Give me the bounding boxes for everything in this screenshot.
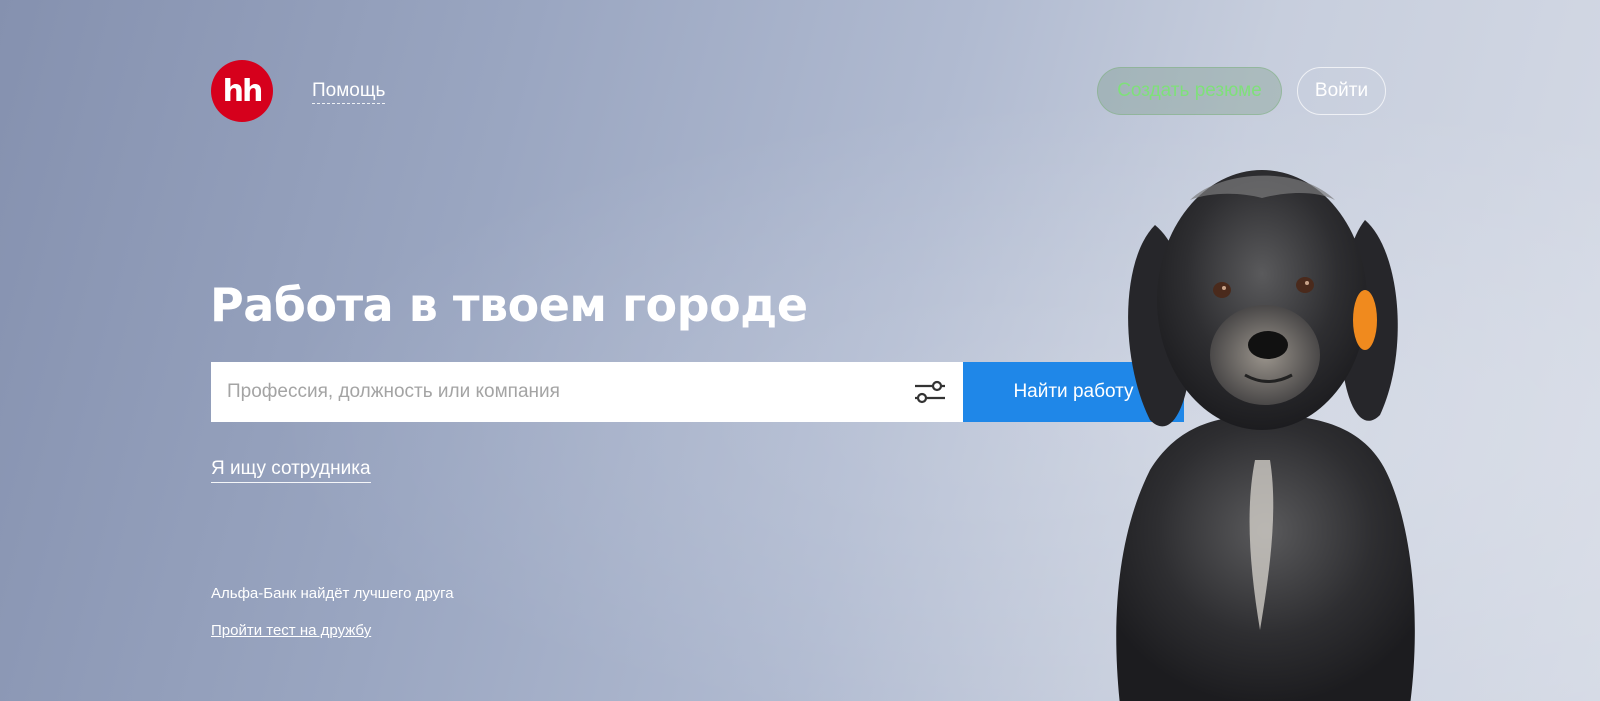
logo-text: hh xyxy=(222,73,264,109)
landing-page: hh Помощь Создать резюме Войти Работа в … xyxy=(0,0,1600,701)
filter-sliders-icon[interactable] xyxy=(913,378,947,406)
filter-sliders-icon-svg xyxy=(915,380,945,404)
search-input[interactable] xyxy=(211,362,913,422)
promo-link[interactable]: Пройти тест на дружбу xyxy=(211,622,371,639)
search-box xyxy=(211,362,963,422)
dog-photo xyxy=(1116,170,1415,701)
employer-link[interactable]: Я ищу сотрудника xyxy=(211,458,371,483)
page-title: Работа в твоем городе xyxy=(210,278,808,332)
login-button[interactable]: Войти xyxy=(1297,67,1386,115)
promo-text: Альфа-Банк найдёт лучшего друга xyxy=(211,585,454,602)
hh-logo[interactable]: hh xyxy=(211,60,273,122)
create-resume-button[interactable]: Создать резюме xyxy=(1097,67,1282,115)
help-link[interactable]: Помощь xyxy=(312,80,386,104)
